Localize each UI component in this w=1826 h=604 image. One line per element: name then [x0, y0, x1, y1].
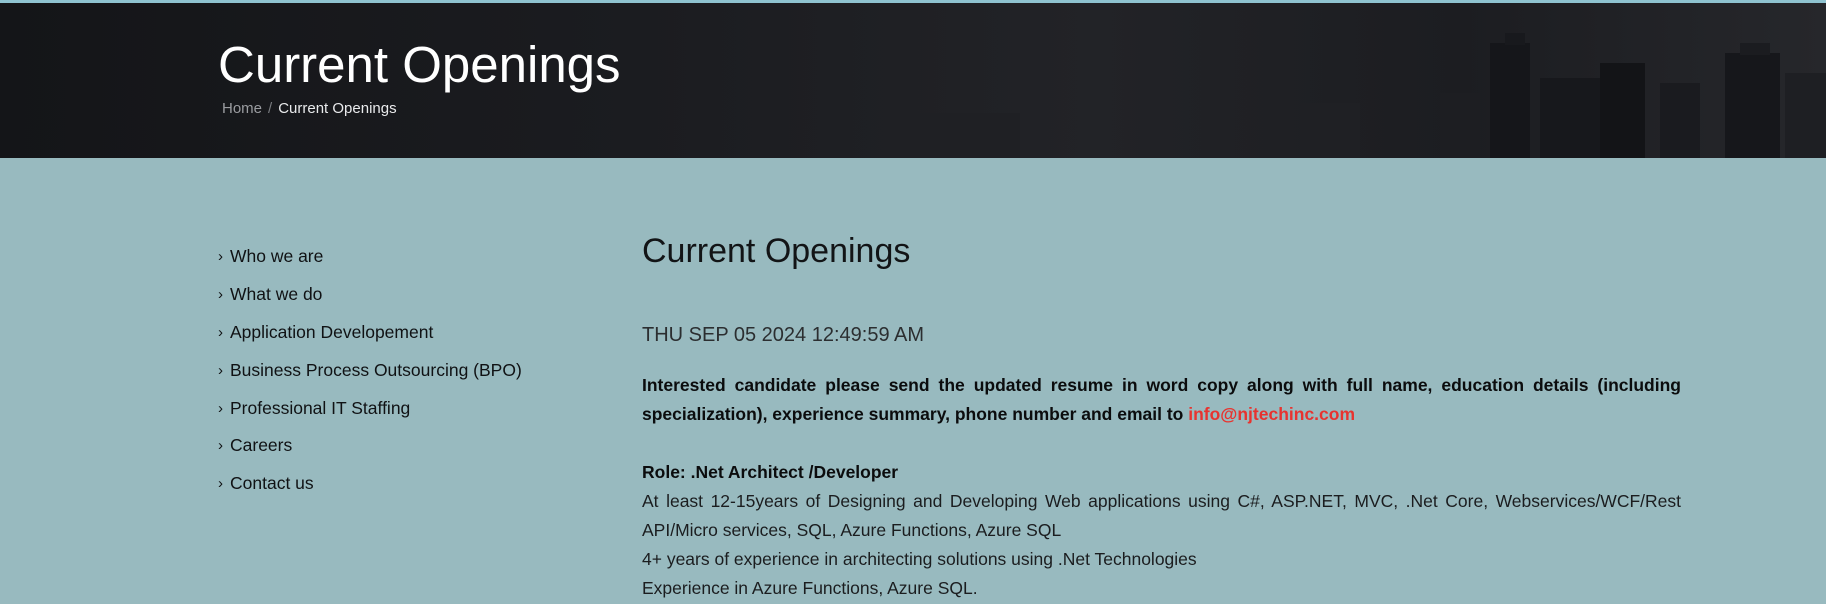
- requirement-line: At least 12-15years of Designing and Dev…: [642, 491, 1681, 540]
- sidebar-item-label: Application Developement: [230, 321, 434, 342]
- chevron-right-icon: ›: [218, 248, 223, 266]
- breadcrumb-current: Current Openings: [278, 100, 397, 117]
- breadcrumb-separator: /: [268, 100, 273, 117]
- job-role-title: Role: .Net Architect /Developer: [642, 462, 899, 482]
- sidebar-item-bpo[interactable]: › Business Process Outsourcing (BPO): [218, 351, 578, 389]
- sidebar-item-label: Who we are: [230, 246, 324, 267]
- sidebar-item-who-we-are[interactable]: › Who we are: [218, 238, 578, 276]
- chevron-right-icon: ›: [218, 437, 223, 455]
- sidebar-item-it-staffing[interactable]: › Professional IT Staffing: [218, 389, 578, 427]
- page-banner: Current Openings Home / Current Openings: [0, 3, 1826, 158]
- email-link[interactable]: info@njtechinc.com: [1188, 404, 1355, 424]
- sidebar-nav: › Who we are › What we do › Application …: [218, 238, 578, 503]
- requirement-line: Experience in Azure Functions, Azure SQL…: [642, 578, 978, 598]
- page-heading: Current Openings: [642, 232, 911, 270]
- sidebar-item-application-development[interactable]: › Application Developement: [218, 314, 578, 352]
- sidebar-item-label: What we do: [230, 284, 323, 305]
- requirement-line: 4+ years of experience in architecting s…: [642, 549, 1197, 569]
- sidebar-item-careers[interactable]: › Careers: [218, 427, 578, 465]
- application-instructions: Interested candidate please send the upd…: [642, 371, 1681, 429]
- sidebar-item-label: Professional IT Staffing: [230, 397, 411, 418]
- sidebar-item-label: Contact us: [230, 473, 314, 494]
- breadcrumb-home-link[interactable]: Home: [222, 100, 262, 117]
- sidebar-item-contact-us[interactable]: › Contact us: [218, 465, 578, 503]
- chevron-right-icon: ›: [218, 361, 223, 379]
- sidebar-item-label: Business Process Outsourcing (BPO): [230, 359, 522, 380]
- sidebar-item-what-we-do[interactable]: › What we do: [218, 276, 578, 314]
- chevron-right-icon: ›: [218, 323, 223, 341]
- chevron-right-icon: ›: [218, 475, 223, 493]
- instructions-text: Interested candidate please send the upd…: [642, 375, 1681, 424]
- main-content: Current Openings THU SEP 05 2024 12:49:5…: [642, 232, 1681, 603]
- chevron-right-icon: ›: [218, 286, 223, 304]
- chevron-right-icon: ›: [218, 399, 223, 417]
- banner-title: Current Openings: [218, 36, 621, 93]
- sidebar-item-label: Careers: [230, 435, 293, 456]
- current-datetime: THU SEP 05 2024 12:49:59 AM: [642, 324, 925, 346]
- breadcrumb: Home / Current Openings: [222, 100, 397, 117]
